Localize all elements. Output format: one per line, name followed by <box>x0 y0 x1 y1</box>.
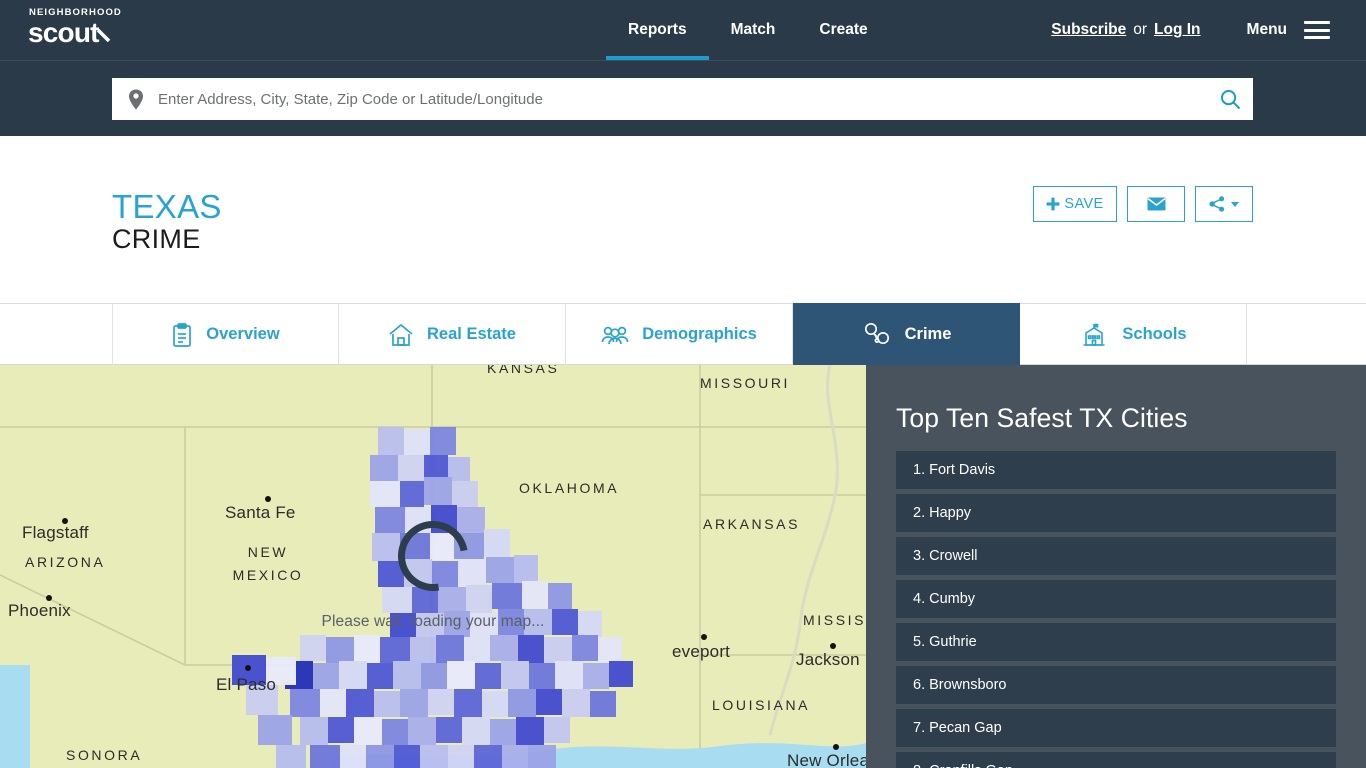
list-item[interactable]: 8. Cranfills Gap <box>896 752 1336 768</box>
search-box[interactable] <box>112 78 1253 120</box>
menu-button-label[interactable]: Menu <box>1247 21 1287 39</box>
map-city-dot <box>701 634 707 640</box>
login-link[interactable]: Log In <box>1154 21 1201 39</box>
list-item[interactable]: 1. Fort Davis <box>896 451 1336 489</box>
school-building-icon <box>1083 323 1105 346</box>
location-pin-icon <box>129 89 143 109</box>
list-item[interactable]: 6. Brownsboro <box>896 666 1336 704</box>
save-button-label: SAVE <box>1064 196 1104 212</box>
safest-cities-list: 1. Fort Davis 2. Happy 3. Crowell 4. Cum… <box>896 451 1336 768</box>
list-item[interactable]: 4. Cumby <box>896 580 1336 618</box>
or-separator-label: or <box>1133 21 1148 38</box>
nav-link-label: Match <box>730 21 776 38</box>
tab-schools[interactable]: Schools <box>1020 304 1247 365</box>
nav-link-label: Reports <box>628 21 687 38</box>
site-logo[interactable]: NEIGHBORHOOD scout <box>28 7 148 53</box>
map-city-dot <box>833 744 839 750</box>
tab-label: Crime <box>904 324 952 343</box>
handcuffs-icon <box>864 322 889 345</box>
clipboard-icon <box>173 322 192 347</box>
page-title-section: CRIME <box>112 224 201 254</box>
tab-label: Real Estate <box>427 325 516 343</box>
nav-link-label: Create <box>819 21 868 38</box>
hamburger-icon[interactable] <box>1304 21 1330 39</box>
caret-down-icon <box>1231 201 1239 207</box>
list-item[interactable]: 3. Crowell <box>896 537 1336 575</box>
search-icon <box>1220 89 1240 109</box>
page-title-state: TEXAS <box>112 188 222 225</box>
search-submit-button[interactable] <box>1207 78 1253 120</box>
map-city-dot <box>830 643 836 649</box>
list-item[interactable]: 2. Happy <box>896 494 1336 532</box>
tab-real-estate[interactable]: Real Estate <box>339 304 566 365</box>
safest-cities-sidebar: Top Ten Safest TX Cities 1. Fort Davis 2… <box>866 365 1366 768</box>
tab-label: Schools <box>1122 325 1187 343</box>
header-action-buttons: SAVE <box>1033 186 1253 222</box>
section-tab-bar: Overview Real Estate Demographics Crime … <box>0 303 1366 365</box>
search-input[interactable] <box>158 90 1207 108</box>
list-item[interactable]: 5. Guthrie <box>896 623 1336 661</box>
nav-link-match[interactable]: Match <box>709 0 798 60</box>
top-navigation-bar: NEIGHBORHOOD scout Reports Match Create … <box>0 0 1366 61</box>
share-icon <box>1209 196 1225 212</box>
list-item[interactable]: 7. Pecan Gap <box>896 709 1336 747</box>
people-icon <box>601 326 629 344</box>
nav-link-reports[interactable]: Reports <box>606 0 709 60</box>
tab-overview[interactable]: Overview <box>112 304 339 365</box>
tab-demographics[interactable]: Demographics <box>566 304 793 365</box>
sidebar-title: Top Ten Safest TX Cities <box>896 403 1188 433</box>
crime-density-map[interactable]: KANSAS MISSOURI OKLAHOMA ARKANSAS ARIZON… <box>0 365 866 768</box>
share-button[interactable] <box>1195 186 1253 222</box>
subscribe-link[interactable]: Subscribe <box>1051 21 1126 39</box>
map-graphic <box>0 365 866 768</box>
tab-crime[interactable]: Crime <box>793 303 1020 365</box>
primary-nav-links: Reports Match Create <box>606 0 890 60</box>
tab-label: Overview <box>206 325 280 343</box>
magnifying-glass-icon <box>96 28 111 43</box>
nav-link-create[interactable]: Create <box>797 0 889 60</box>
map-city-dot <box>62 518 68 524</box>
save-button[interactable]: SAVE <box>1033 186 1117 222</box>
map-city-dot <box>265 496 271 502</box>
search-bar-region <box>0 61 1366 136</box>
map-city-dot <box>245 665 251 671</box>
tab-label: Demographics <box>642 325 757 343</box>
page-header-region: TEXAS CRIME SAVE <box>0 136 1366 303</box>
nav-account-area: Subscribe or Log In Menu <box>1051 0 1330 60</box>
map-city-dot <box>46 595 52 601</box>
plus-icon <box>1046 197 1060 211</box>
envelope-icon <box>1147 197 1165 211</box>
house-icon <box>389 323 413 346</box>
email-button[interactable] <box>1127 186 1185 222</box>
logo-text-main: scout <box>28 17 99 48</box>
